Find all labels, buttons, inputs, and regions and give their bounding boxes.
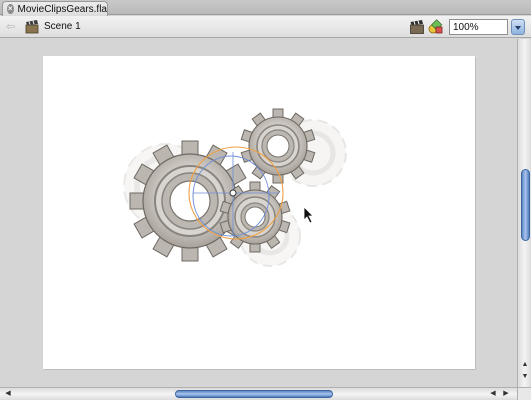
clapperboard-icon [25,20,39,34]
horizontal-scrollbar[interactable]: ◀ ◀ ▶ [0,387,517,400]
close-tab-icon[interactable]: × [7,4,14,14]
zoom-input[interactable] [449,19,508,35]
scroll-left-arrow-end-icon[interactable]: ◀ [488,389,498,399]
flash-authoring-window: × MovieClipsGears.fla ⇦ Scene 1 100% ▲ ▼… [0,0,531,400]
scene-breadcrumb[interactable]: Scene 1 [44,21,81,32]
registration-point[interactable] [229,189,237,197]
stage[interactable] [43,56,475,369]
horizontal-scroll-thumb[interactable] [175,390,333,398]
chevron-down-icon [515,26,521,30]
document-tab-bar: × MovieClipsGears.fla [0,0,531,16]
document-tab[interactable]: × MovieClipsGears.fla [2,1,108,16]
scroll-up-arrow-icon[interactable]: ▲ [520,361,530,369]
scroll-down-arrow-icon[interactable]: ▼ [520,373,530,381]
edit-bar: ⇦ Scene 1 [0,16,531,38]
mouse-cursor-icon [303,206,314,224]
pasteboard[interactable] [0,39,517,387]
edit-symbols-icon[interactable] [428,19,444,35]
vertical-scrollbar[interactable]: ▲ ▼ [517,39,531,387]
vertical-scroll-thumb[interactable] [521,169,530,241]
zoom-dropdown-button[interactable] [511,19,525,35]
document-tab-title: MovieClipsGears.fla [17,3,107,15]
scroll-right-arrow-icon[interactable]: ▶ [501,389,511,399]
scroll-left-arrow-icon[interactable]: ◀ [3,389,13,399]
back-arrow-icon[interactable]: ⇦ [6,20,15,33]
stage-artwork [123,108,347,267]
scrollbar-corner [517,387,531,400]
edit-scene-icon[interactable] [409,19,425,35]
